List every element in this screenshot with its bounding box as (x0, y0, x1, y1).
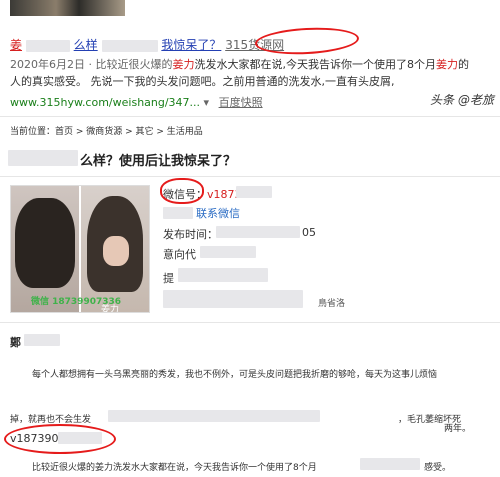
provider-label: 提 (163, 272, 174, 285)
redacted-block (200, 246, 256, 258)
contact-wechat-button[interactable]: 联系微信 (196, 205, 240, 221)
publish-label: 发布时间： (163, 228, 218, 241)
divider (0, 176, 500, 177)
watermark-text: 头条 @老旅 (430, 93, 494, 107)
snapshot-link[interactable]: 百度快照 (219, 96, 263, 109)
redacted-block (24, 334, 60, 346)
publish-value: 05 (302, 226, 316, 239)
snippet-keyword: 姜力 (172, 58, 195, 71)
snippet-text: 洗发水大家都在说,今天我告诉你一个使用了8个月 (194, 58, 436, 71)
redacted-block (108, 410, 320, 422)
redacted-block (8, 150, 78, 166)
paragraph-2-tail: 两年。 (444, 424, 472, 434)
result-url[interactable]: www.315hyw.com/weishang/347... (10, 96, 200, 109)
snippet-end: 的 (457, 58, 469, 71)
title-prefix: 姜 (10, 38, 23, 52)
redacted-block (25, 39, 70, 52)
breadcrumb[interactable]: 当前位置：首页 > 微商货源 > 其它 > 生活用品 (10, 124, 203, 137)
search-result-url-row: www.315hyw.com/weishang/347... ▾ 百度快照 (10, 94, 263, 110)
redacted-block (163, 290, 303, 308)
red-circle-annotation (254, 25, 360, 57)
hair-left (15, 198, 75, 288)
divider (0, 116, 500, 117)
redacted-block (178, 268, 268, 282)
snippet-line-2: 人的真实感受。 先说一下我的头发问题吧。之前用普通的洗发水,一直有头皮屑, (10, 75, 395, 88)
snippet-date: 2020年6月2日 · 比较近很火爆的 (10, 58, 173, 71)
redacted-block (360, 458, 420, 470)
face-right (103, 236, 129, 266)
paragraph-1: 每个人都想拥有一头乌黑亮丽的秀发，我也不例外，可是头皮问题把我折磨的够呛，每天为… (32, 370, 438, 380)
redacted-block (236, 186, 272, 198)
paragraph-2: 掉，就再也不会生发 (10, 412, 91, 425)
contact-icon (163, 207, 193, 219)
redacted-block (216, 226, 300, 238)
article-title: 么样？使用后让我惊呆了？ (80, 154, 237, 169)
product-image: 微信 18739907336 姜力 (10, 185, 150, 313)
search-result-thumbnail (10, 0, 125, 16)
paragraph-3-end: 感受。 (424, 463, 452, 473)
intent-label: 意向代 (163, 248, 196, 261)
snippet-keyword-2: 姜力 (435, 58, 458, 71)
chevron-down-icon[interactable]: ▾ (204, 96, 210, 109)
red-circle-annotation (160, 178, 204, 204)
divider (0, 322, 500, 323)
search-result-snippet: 2020年6月2日 · 比较近很火爆的姜力洗发水大家都在说,今天我告诉你一个使用… (10, 56, 480, 90)
title-suffix: 我惊呆了？ (161, 38, 222, 52)
search-result-title[interactable]: 姜 么样 我惊呆了？ 315货源网 (10, 36, 284, 53)
section-label: 鄭 (10, 336, 21, 349)
title-mid: 么样 (73, 38, 98, 52)
redacted-block (101, 39, 158, 52)
location-value: 鳥省洛 (318, 299, 346, 309)
red-circle-annotation (4, 424, 116, 454)
image-label: 姜力 (101, 305, 120, 313)
paragraph-3: 比较近很火爆的姜力洗发水大家都在说，今天我告诉你一个使用了8个月 (32, 463, 317, 473)
